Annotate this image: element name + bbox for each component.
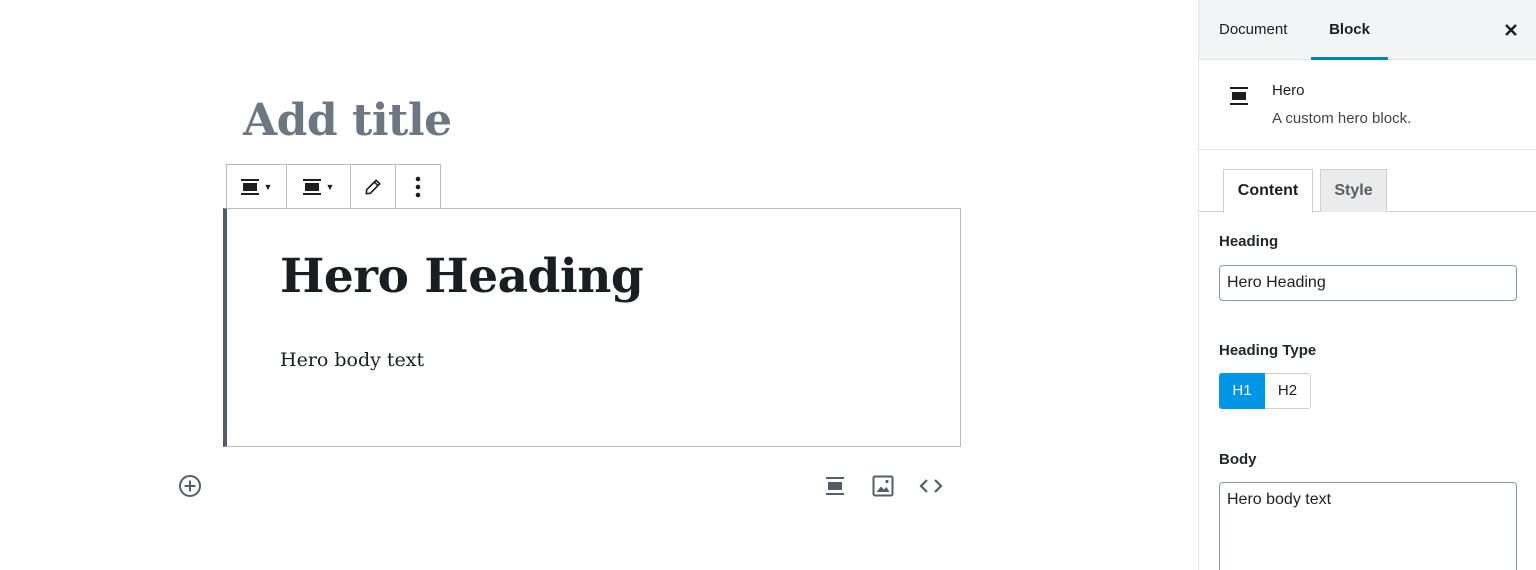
block-align-icon (826, 477, 844, 495)
heading-field-label: Heading (1219, 233, 1279, 250)
text-align-icon (302, 179, 321, 195)
more-options-button[interactable] (396, 165, 440, 209)
hero-block[interactable]: Hero Heading Hero body text (223, 208, 961, 447)
insert-image-block-button[interactable] (868, 472, 898, 500)
editor-canvas: Add title ▼ ▼ Hero Heading Hero body tex… (0, 0, 1198, 570)
block-card: Hero A custom hero block. (1199, 60, 1536, 150)
tab-document[interactable]: Document (1219, 0, 1287, 60)
more-vertical-icon (415, 176, 421, 198)
pencil-icon (365, 179, 381, 195)
body-field-label: Body (1219, 451, 1257, 468)
caret-down-icon: ▼ (263, 182, 273, 192)
settings-sidebar: Document Block Hero A custom hero block.… (1198, 0, 1536, 570)
tab-style[interactable]: Style (1320, 169, 1387, 212)
close-sidebar-button[interactable] (1499, 18, 1523, 42)
hero-body-text[interactable]: Hero body text (280, 349, 424, 371)
tab-content[interactable]: Content (1223, 169, 1313, 213)
heading-type-h2-button[interactable]: H2 (1265, 373, 1311, 409)
plus-circle-icon (179, 475, 201, 497)
code-icon (919, 479, 943, 493)
panel-tabs: Content Style (1199, 150, 1536, 213)
heading-type-selector: H1 H2 (1219, 373, 1311, 409)
heading-type-h1-button[interactable]: H1 (1219, 373, 1265, 409)
block-align-dropdown-button[interactable]: ▼ (227, 165, 287, 209)
image-icon (872, 475, 894, 497)
post-title-input[interactable]: Add title (243, 95, 452, 146)
caret-down-icon: ▼ (325, 182, 335, 192)
text-align-dropdown-button[interactable]: ▼ (287, 165, 351, 209)
edit-button[interactable] (351, 165, 396, 209)
hero-block-icon (1227, 84, 1251, 108)
body-textarea[interactable]: Hero body text (1219, 482, 1517, 570)
block-align-icon (240, 179, 259, 195)
insert-hero-block-button[interactable] (820, 472, 850, 500)
close-icon (1505, 24, 1517, 36)
block-card-description: A custom hero block. (1272, 110, 1412, 127)
tab-block[interactable]: Block (1311, 0, 1388, 60)
block-card-title: Hero (1272, 82, 1305, 99)
add-block-button[interactable] (178, 474, 202, 498)
sidebar-header: Document Block (1199, 0, 1536, 60)
quick-inserter (820, 472, 946, 500)
heading-input[interactable] (1219, 265, 1517, 301)
insert-code-block-button[interactable] (916, 472, 946, 500)
heading-type-label: Heading Type (1219, 342, 1317, 359)
hero-heading[interactable]: Hero Heading (280, 249, 644, 304)
block-toolbar: ▼ ▼ (226, 164, 441, 209)
